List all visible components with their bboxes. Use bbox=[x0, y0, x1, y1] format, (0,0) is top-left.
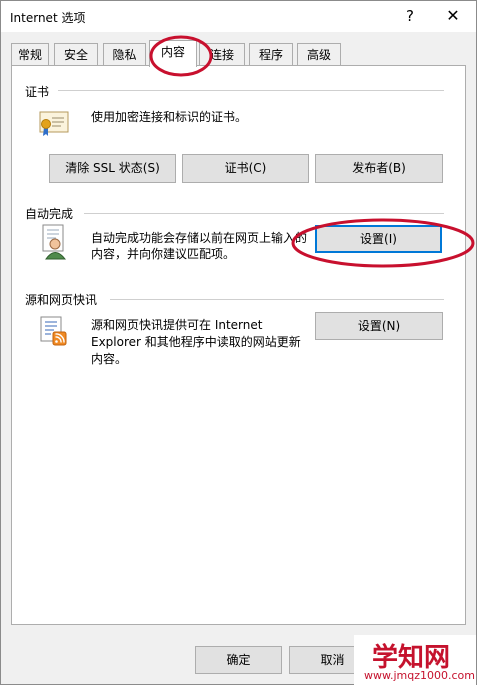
certificate-icon bbox=[39, 111, 69, 140]
internet-options-dialog: Internet 选项 ? ✕ 常规 安全 隐私 内容 连接 程序 高级 证书 … bbox=[0, 0, 477, 685]
tab-advanced[interactable]: 高级 bbox=[297, 43, 341, 65]
tab-security[interactable]: 安全 bbox=[54, 43, 98, 65]
feeds-group-title: 源和网页快讯 bbox=[25, 293, 98, 307]
feeds-settings-button[interactable]: 设置(N) bbox=[315, 312, 443, 340]
watermark-url: www.jmqz1000.com bbox=[364, 669, 475, 682]
close-button[interactable]: ✕ bbox=[441, 5, 465, 27]
content-tab-panel: 证书 使用加密连接和标识的证书。 清除 SSL 状态(S) 证书(C) 发布者(… bbox=[11, 65, 466, 625]
site-watermark: 学知网 www.jmqz1000.com bbox=[354, 635, 476, 685]
certificates-button[interactable]: 证书(C) bbox=[182, 154, 309, 183]
publishers-button[interactable]: 发布者(B) bbox=[315, 154, 443, 183]
tab-general[interactable]: 常规 bbox=[11, 43, 49, 65]
clear-ssl-state-button[interactable]: 清除 SSL 状态(S) bbox=[49, 154, 176, 183]
feeds-description-line3: 内容。 bbox=[91, 352, 128, 366]
button-label: 取消 bbox=[320, 653, 345, 667]
button-label: 确定 bbox=[226, 653, 251, 667]
autocomplete-separator bbox=[84, 213, 444, 214]
rss-feed-icon bbox=[39, 316, 69, 349]
title-bar: Internet 选项 ? ✕ bbox=[1, 1, 476, 32]
tab-programs[interactable]: 程序 bbox=[249, 43, 293, 65]
certificates-description: 使用加密连接和标识的证书。 bbox=[91, 110, 248, 124]
autocomplete-settings-button[interactable]: 设置(I) bbox=[315, 225, 442, 253]
autocomplete-description-line2: 内容，并向你建议匹配项。 bbox=[91, 247, 236, 261]
button-label: 设置(I) bbox=[360, 232, 397, 246]
button-label: 证书(C) bbox=[224, 161, 267, 175]
tab-label: 连接 bbox=[209, 48, 234, 62]
help-button[interactable]: ? bbox=[399, 5, 421, 27]
autocomplete-description-line1: 自动完成功能会存储以前在网页上输入的 bbox=[91, 231, 308, 245]
certificates-separator bbox=[58, 90, 444, 91]
tab-label: 程序 bbox=[258, 48, 283, 62]
certificates-group-title: 证书 bbox=[25, 85, 50, 99]
feeds-separator bbox=[110, 299, 444, 300]
button-label: 发布者(B) bbox=[352, 161, 406, 175]
autocomplete-group-title: 自动完成 bbox=[25, 207, 74, 221]
window-title: Internet 选项 bbox=[10, 11, 86, 25]
tab-label: 常规 bbox=[17, 48, 42, 62]
feeds-description-line2: Explorer 和其他程序中读取的网站更新 bbox=[91, 335, 301, 349]
tab-content[interactable]: 内容 bbox=[149, 40, 197, 67]
tab-label: 隐私 bbox=[112, 48, 137, 62]
ok-button[interactable]: 确定 bbox=[195, 646, 282, 674]
tab-label: 安全 bbox=[63, 48, 88, 62]
tab-connections[interactable]: 连接 bbox=[199, 43, 245, 65]
feeds-description-line1: 源和网页快讯提供可在 Internet bbox=[91, 318, 263, 332]
button-label: 清除 SSL 状态(S) bbox=[65, 161, 160, 175]
tab-label: 高级 bbox=[306, 48, 331, 62]
button-label: 设置(N) bbox=[357, 319, 401, 333]
tab-privacy[interactable]: 隐私 bbox=[103, 43, 146, 65]
autocomplete-icon bbox=[39, 224, 69, 263]
tab-label: 内容 bbox=[160, 45, 185, 59]
